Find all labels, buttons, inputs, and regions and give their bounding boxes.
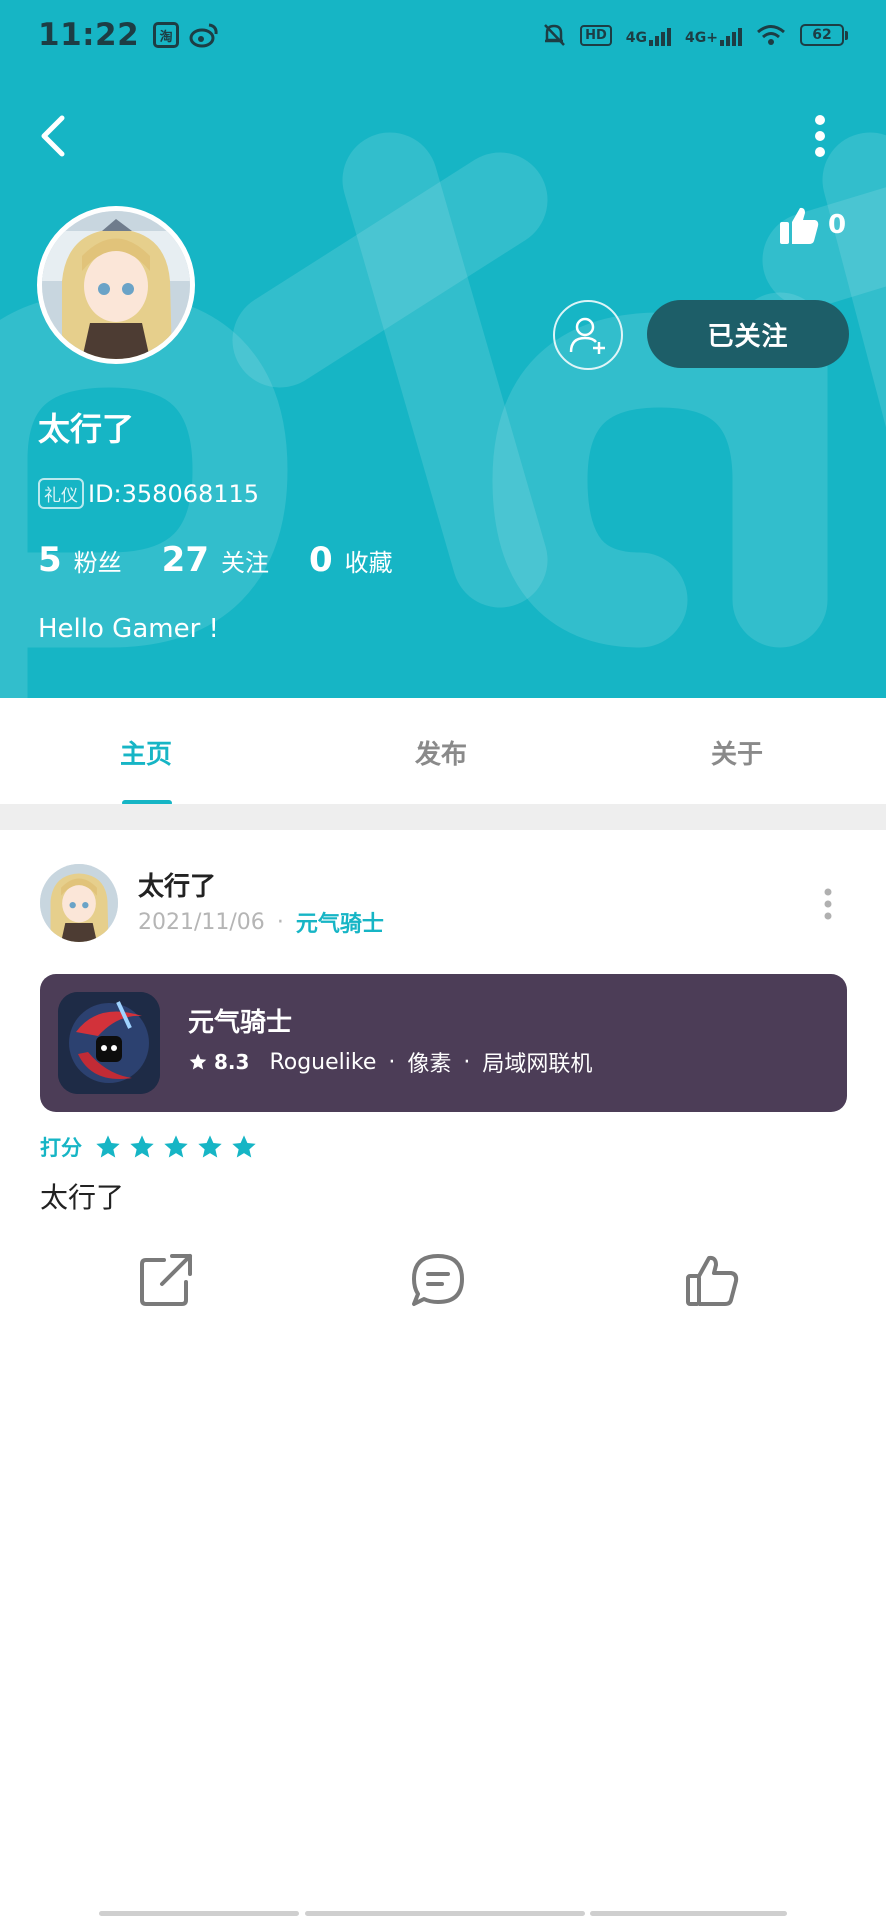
etiquette-badge[interactable]: 礼仪 <box>38 478 84 509</box>
score-star-icon <box>232 1135 256 1158</box>
network-label-1: 4G <box>625 30 648 46</box>
more-vertical-icon[interactable] <box>800 108 840 164</box>
profile-stats: 5 粉丝 27 关注 0 收藏 <box>38 540 433 580</box>
post-author-name[interactable]: 太行了 <box>138 866 216 903</box>
signal-icon-1 <box>649 24 672 46</box>
tab-posts[interactable]: 发布 <box>415 734 467 771</box>
game-tag-1: Roguelike <box>269 1049 377 1075</box>
score-star-icon <box>130 1135 154 1158</box>
game-tag-3: 局域网联机 <box>482 1052 593 1077</box>
score-row: 打分 <box>40 1132 258 1162</box>
game-card-info: 8.3 Roguelike · 像素 · 局域网联机 <box>188 1046 592 1078</box>
game-icon <box>58 992 160 1094</box>
post-game-link[interactable]: 元气骑士 <box>296 906 384 938</box>
profile-avatar[interactable] <box>37 206 195 364</box>
section-divider <box>0 804 886 830</box>
nav-hint-bar <box>305 1911 585 1916</box>
star-icon <box>189 1053 207 1070</box>
taobao-app-icon: 淘 <box>153 22 180 48</box>
mute-bell-icon <box>544 24 566 46</box>
game-tag-2: 像素 <box>407 1052 452 1077</box>
stat-following[interactable]: 27 关注 <box>162 540 269 580</box>
review-text: 太行了 <box>40 1181 125 1214</box>
score-stars <box>94 1133 258 1161</box>
game-rating: 8.3 <box>188 1050 249 1074</box>
post-more-icon[interactable] <box>818 884 838 924</box>
meta-separator: · <box>276 909 284 935</box>
profile-bio: Hello Gamer ! <box>38 614 219 644</box>
post-date: 2021/11/06 <box>138 909 265 935</box>
signal-icon-2 <box>720 24 742 46</box>
wifi-icon <box>757 25 785 45</box>
like-icon[interactable] <box>684 1252 740 1308</box>
anime-avatar-image <box>40 864 118 942</box>
status-bar: 11:22 淘 HD 4G 4G+ 62 <box>0 0 886 70</box>
profile-header: 11:22 淘 HD 4G 4G+ 62 0 已关注 太行了 礼仪 ID:358… <box>0 0 886 698</box>
profile-username: 太行了 <box>38 410 135 448</box>
stat-fans[interactable]: 5 粉丝 <box>38 540 122 580</box>
nav-hint-bar <box>590 1911 787 1916</box>
back-arrow-icon[interactable] <box>30 108 80 164</box>
profile-id-row: 礼仪 ID:358068115 <box>38 478 259 509</box>
score-star-icon <box>164 1135 188 1158</box>
tab-home[interactable]: 主页 <box>120 734 172 771</box>
post-meta: 2021/11/06 · 元气骑士 <box>138 906 384 938</box>
profile-like-count: 0 <box>828 210 847 240</box>
score-star-icon <box>198 1135 222 1158</box>
profile-tabs: 主页 发布 关于 <box>0 698 886 806</box>
score-label: 打分 <box>40 1136 82 1160</box>
anime-avatar-image <box>42 211 190 359</box>
add-friend-button[interactable] <box>553 300 623 370</box>
post-author-avatar[interactable] <box>40 864 118 942</box>
score-star-icon <box>96 1135 120 1158</box>
network-label-2: 4G+ <box>685 30 718 46</box>
stat-favorites[interactable]: 0 收藏 <box>309 540 393 580</box>
game-card[interactable]: 元气骑士 8.3 Roguelike · 像素 · 局域网联机 <box>40 974 847 1112</box>
watermark-logo <box>0 132 886 698</box>
following-button[interactable]: 已关注 <box>647 300 849 368</box>
status-time: 11:22 <box>38 17 140 53</box>
game-card-title: 元气骑士 <box>188 1008 293 1038</box>
hd-badge: HD <box>580 24 612 46</box>
weibo-app-icon <box>189 23 218 48</box>
add-user-icon <box>569 317 605 354</box>
nav-hint-bar <box>99 1911 299 1916</box>
share-icon[interactable] <box>138 1252 194 1308</box>
profile-id: ID:358068115 <box>88 479 260 508</box>
tab-about[interactable]: 关于 <box>711 734 763 771</box>
profile-like-button[interactable]: 0 <box>778 204 846 246</box>
thumbs-up-icon <box>780 207 819 244</box>
comment-icon[interactable] <box>410 1252 466 1308</box>
battery-icon: 62 <box>800 24 848 46</box>
